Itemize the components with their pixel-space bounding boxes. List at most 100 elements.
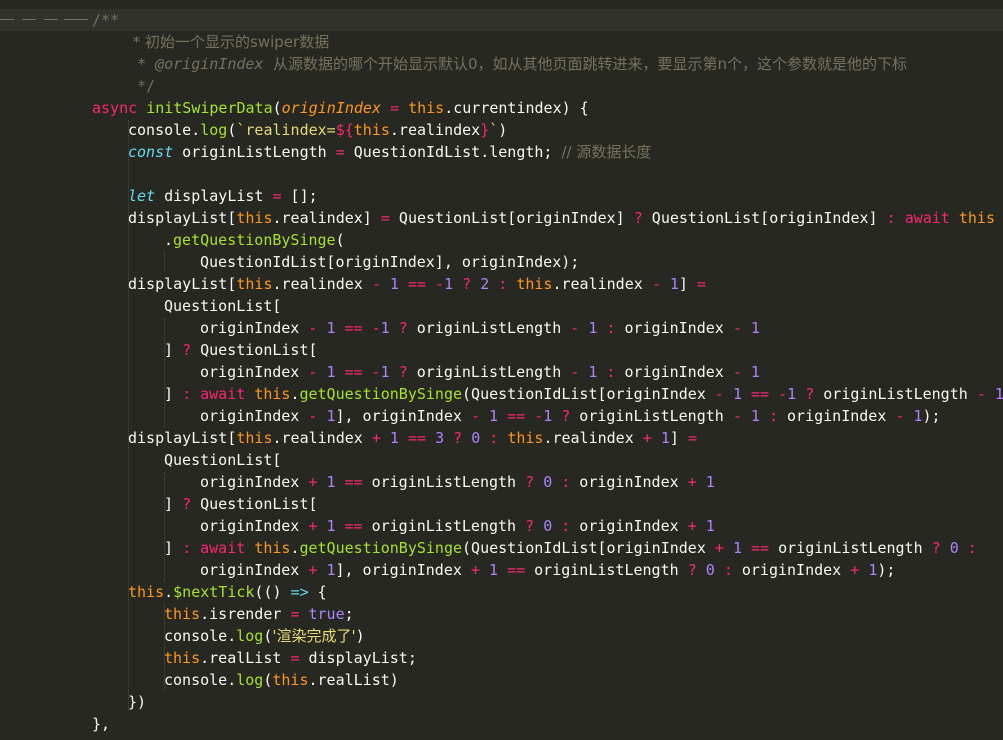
code-line[interactable]: originIndex - 1], originIndex - 1 == -1 … — [200, 405, 941, 427]
code-line[interactable]: }) — [128, 691, 146, 713]
code-line[interactable]: QuestionList[ — [164, 449, 281, 471]
code-token: const — [128, 143, 174, 161]
code-line[interactable]: originIndex + 1 == originListLength ? 0 … — [200, 515, 715, 537]
code-token: this — [254, 539, 291, 557]
code-line[interactable]: }, — [92, 713, 110, 735]
code-line[interactable]: QuestionList[ — [164, 295, 281, 317]
code-token: ${ — [335, 121, 354, 139]
code-token: originIndex — [200, 407, 309, 425]
code-token: ( — [335, 231, 345, 249]
code-line[interactable]: originIndex + 1 == originListLength ? 0 … — [200, 471, 715, 493]
code-line[interactable]: ] : await this.getQuestionBySinge(Questi… — [164, 537, 977, 559]
code-line[interactable]: displayList[this.realindex - 1 == -1 ? 2… — [128, 273, 706, 295]
code-token: ? — [398, 319, 408, 337]
code-token: ); — [922, 407, 941, 425]
code-token: this — [236, 429, 273, 447]
code-token: 1 — [868, 561, 878, 579]
code-token: : — [768, 407, 778, 425]
code-token: ? — [687, 561, 697, 579]
code-line[interactable]: displayList[this.realindex + 1 == 3 ? 0 … — [128, 427, 697, 449]
code-token: 1 — [489, 561, 499, 579]
code-token: log — [236, 671, 264, 689]
code-token: // 源数据长度 — [561, 143, 652, 161]
code-line[interactable]: let displayList = []; — [128, 185, 318, 207]
code-token: originListLength — [173, 143, 336, 161]
code-token: 3 — [435, 429, 445, 447]
code-token: QuestionList[ — [164, 297, 282, 315]
code-token: displayList[ — [128, 275, 237, 293]
code-line[interactable]: const originListLength = QuestionIdList.… — [128, 141, 651, 163]
code-line[interactable]: QuestionIdList[originIndex], originIndex… — [200, 251, 579, 273]
code-token: ? — [182, 341, 192, 359]
code-line[interactable]: ] ? QuestionList[ — [164, 493, 318, 515]
code-line[interactable]: * @originIndex 从源数据的哪个开始显示默认0，如从其他页面跳转进来… — [128, 53, 907, 75]
code-token: ] — [669, 429, 688, 447]
code-token: 2 — [480, 275, 490, 293]
fold-marker — [22, 19, 36, 20]
code-token: : — [886, 209, 896, 227]
code-token: 1 — [389, 275, 399, 293]
code-line[interactable]: this.realList = displayList; — [164, 647, 417, 669]
code-token: 1 — [380, 319, 390, 337]
fold-marker — [64, 19, 88, 20]
code-token: displayList[ — [128, 209, 237, 227]
code-line[interactable]: * 初始一个显示的swiper数据 — [128, 31, 329, 53]
code-token: - — [371, 319, 381, 337]
code-token: = — [335, 143, 345, 161]
code-line[interactable]: this.$nextTick(() => { — [128, 581, 327, 603]
code-token: originListLength — [362, 517, 526, 535]
code-token: 1 — [994, 385, 1003, 403]
code-line[interactable]: .getQuestionBySinge( — [164, 229, 345, 251]
code-token: console. — [164, 627, 237, 645]
code-token: (QuestionIdList[originIndex — [462, 539, 715, 557]
code-line[interactable]: originIndex - 1 == -1 ? originListLength… — [200, 317, 760, 339]
code-line[interactable]: ] : await this.getQuestionBySinge(Questi… — [164, 383, 1003, 405]
code-token: originIndex — [778, 407, 896, 425]
code-token: + — [371, 429, 381, 447]
code-token: originIndex — [732, 561, 851, 579]
code-line[interactable]: console.log(`realindex=${this.realindex}… — [128, 119, 507, 141]
code-token: getQuestionBySinge — [173, 231, 336, 249]
code-line[interactable]: originIndex - 1 == -1 ? originListLength… — [200, 361, 760, 383]
code-token: ] — [164, 539, 183, 557]
code-token: this — [353, 121, 390, 139]
code-token: 1 — [705, 473, 715, 491]
code-token: 1 — [750, 319, 760, 337]
code-line[interactable]: originIndex + 1], originIndex + 1 == ori… — [200, 559, 895, 581]
code-token: + — [470, 561, 480, 579]
code-line[interactable]: displayList[this.realindex] = QuestionLi… — [128, 207, 995, 229]
code-line[interactable]: console.log(this.realList) — [164, 669, 399, 691]
code-editor[interactable]: /** * 初始一个显示的swiper数据 * @originIndex 从源数… — [0, 0, 1003, 740]
code-line[interactable]: /** — [92, 9, 119, 31]
code-token: + — [687, 473, 697, 491]
code-token: . — [164, 583, 174, 601]
code-line[interactable]: async initSwiperData(originIndex = this.… — [92, 97, 589, 119]
code-token: originListLength — [769, 539, 932, 557]
code-token: QuestionIdList.length; — [344, 143, 562, 161]
code-token: 1 — [750, 363, 760, 381]
code-line[interactable]: */ — [128, 75, 155, 97]
code-token: : — [489, 429, 499, 447]
code-token: => — [290, 583, 309, 601]
code-line[interactable]: ] ? QuestionList[ — [164, 339, 318, 361]
code-token: == — [507, 407, 526, 425]
code-line[interactable]: this.isrender = true; — [164, 603, 354, 625]
code-line[interactable]: console.log('渲染完成了') — [164, 625, 365, 647]
code-token: .realList — [200, 649, 291, 667]
code-token: QuestionList[ — [164, 451, 282, 469]
